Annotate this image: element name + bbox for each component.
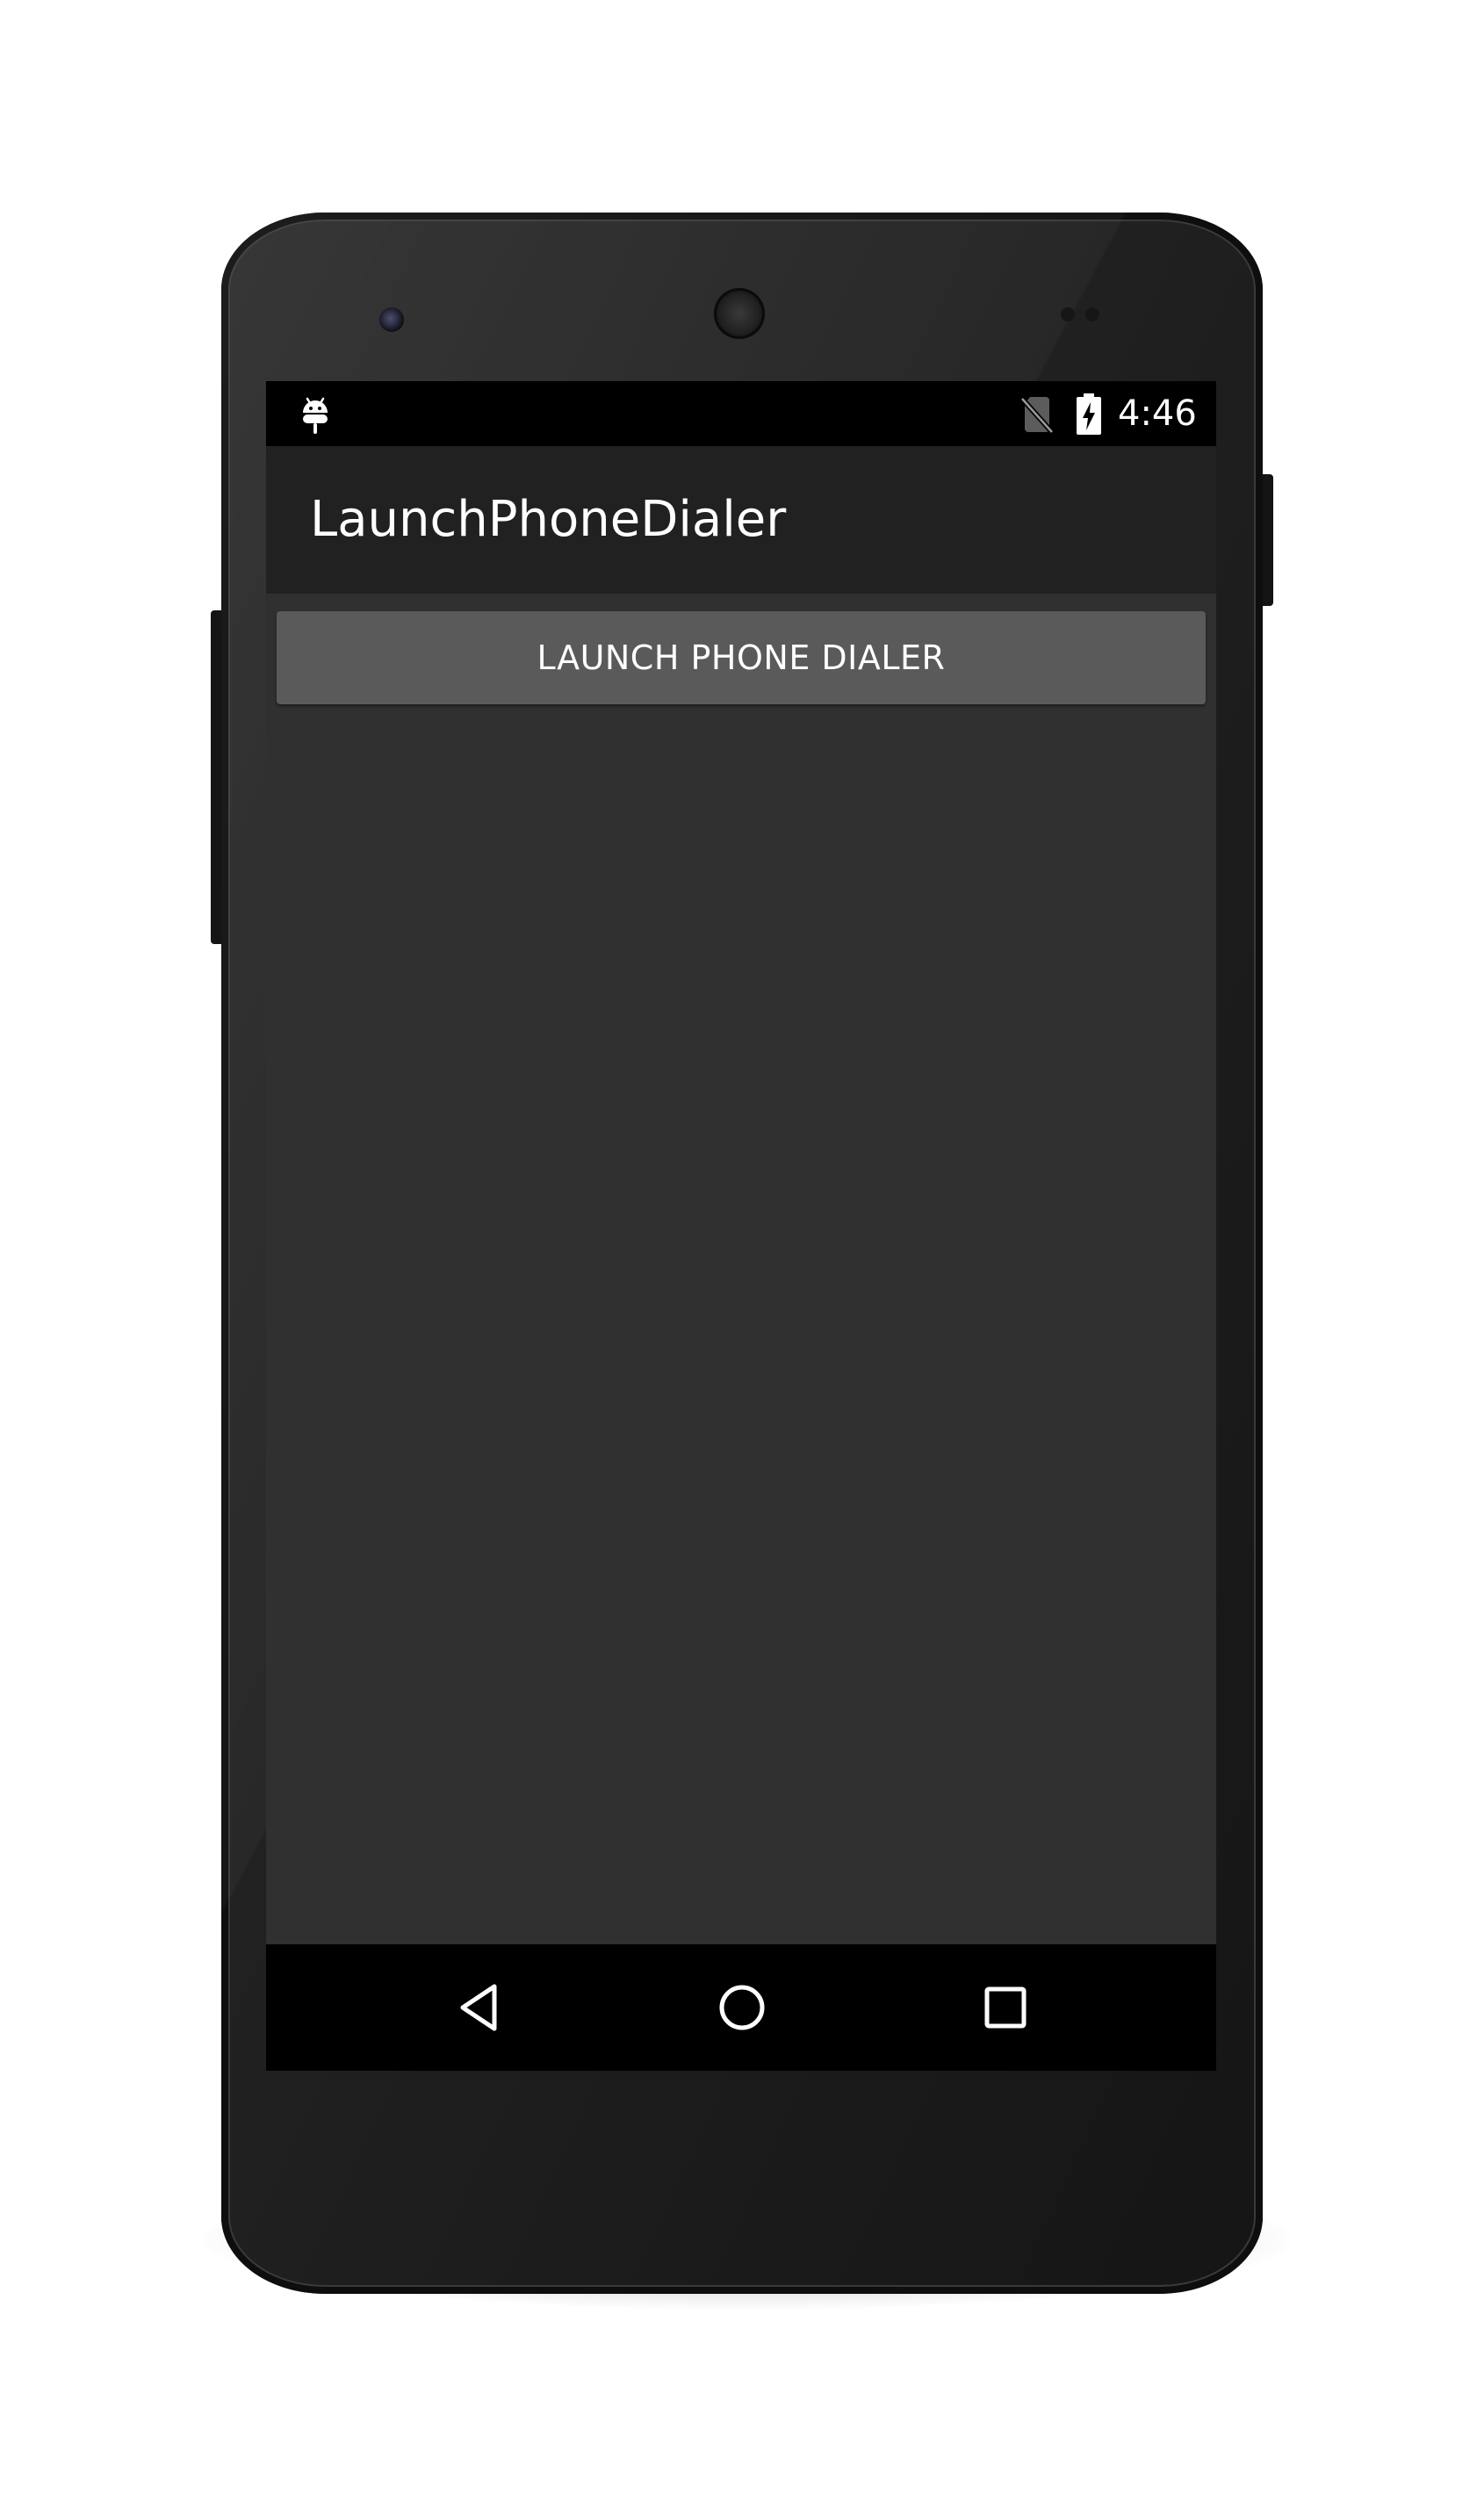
app-title: LaunchPhoneDialer bbox=[310, 491, 787, 548]
status-bar: 4:46 bbox=[266, 381, 1216, 446]
no-sim-icon bbox=[1019, 395, 1055, 435]
status-time: 4:46 bbox=[1118, 393, 1197, 434]
front-camera-icon bbox=[379, 307, 404, 332]
action-bar: LaunchPhoneDialer bbox=[266, 446, 1216, 594]
device-screen: 4:46 LaunchPhoneDialer LAUNCH PHONE DIAL… bbox=[266, 381, 1216, 2071]
navigation-bar bbox=[266, 1944, 1216, 2071]
android-debug-icon bbox=[298, 393, 333, 437]
light-sensor bbox=[1085, 307, 1099, 321]
home-icon[interactable] bbox=[698, 1964, 786, 2051]
battery-charging-icon bbox=[1076, 393, 1102, 436]
earpiece-speaker bbox=[714, 288, 765, 339]
proximity-sensor bbox=[1061, 307, 1075, 321]
launch-phone-dialer-button[interactable]: LAUNCH PHONE DIALER bbox=[277, 611, 1206, 704]
back-icon[interactable] bbox=[436, 1964, 524, 2051]
recents-icon[interactable] bbox=[962, 1964, 1049, 2051]
power-button bbox=[1261, 474, 1273, 606]
